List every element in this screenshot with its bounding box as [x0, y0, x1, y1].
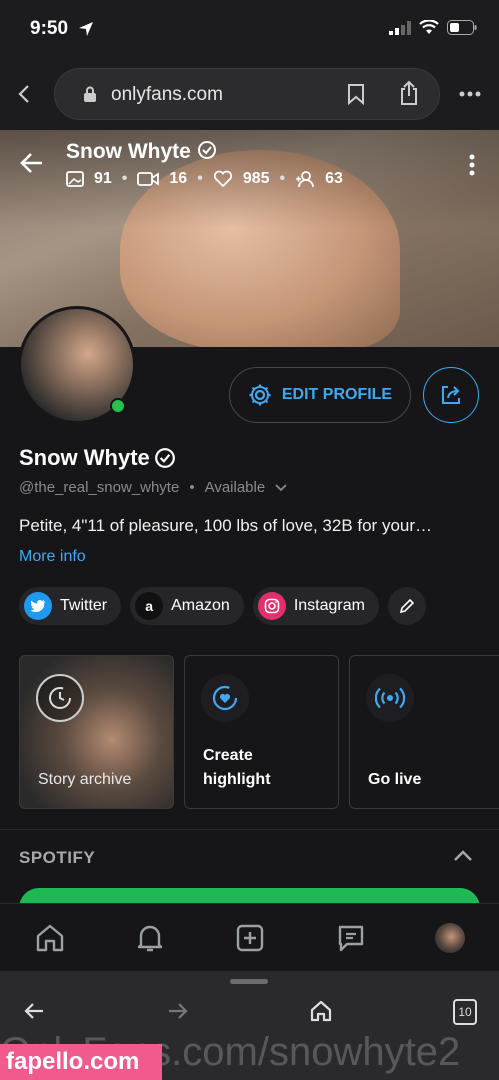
back-arrow-icon[interactable] — [20, 152, 44, 174]
battery-icon — [447, 20, 477, 35]
address-bar[interactable]: onlyfans.com — [54, 68, 440, 120]
instagram-link[interactable]: Instagram — [252, 587, 379, 625]
photo-icon — [66, 171, 84, 187]
share-arrow-icon — [442, 386, 460, 404]
fans-icon — [296, 171, 315, 188]
create-highlight-card[interactable]: Create highlight — [184, 655, 339, 809]
lock-icon — [84, 86, 96, 102]
live-broadcast-icon — [366, 674, 414, 722]
edit-profile-button[interactable]: EDIT PROFILE — [229, 367, 411, 423]
browser-toolbar: onlyfans.com — [0, 58, 499, 130]
edit-profile-label: EDIT PROFILE — [281, 386, 393, 403]
cover-name: Snow Whyte — [66, 140, 217, 164]
messages-icon[interactable] — [335, 922, 367, 954]
profile-name: Snow Whyte — [19, 445, 176, 471]
heart-icon — [213, 170, 232, 188]
signal-icon — [389, 20, 411, 35]
profile-handle: @the_real_snow_whyte — [19, 479, 180, 496]
section-divider — [0, 829, 499, 830]
gear-icon — [249, 384, 271, 406]
kebab-menu-icon[interactable] — [469, 154, 475, 176]
status-bar: 9:50 — [0, 0, 499, 58]
verified-icon — [197, 141, 216, 159]
twitter-icon — [24, 592, 52, 620]
fans-count: 63 — [325, 170, 343, 187]
profile-section — [0, 347, 499, 903]
twitter-link[interactable]: Twitter — [19, 587, 122, 625]
videos-count: 16 — [169, 170, 188, 187]
video-icon — [137, 172, 160, 186]
nav-profile-avatar[interactable] — [434, 922, 465, 953]
spotify-section-title: SPOTIFY — [19, 848, 96, 867]
share-icon[interactable] — [399, 80, 419, 106]
location-arrow-icon — [79, 22, 93, 36]
edit-socials-button[interactable] — [387, 587, 426, 625]
social-links: Twitter a Amazon Instagram — [19, 587, 426, 625]
status-time: 9:50 — [30, 18, 69, 39]
safari-back-icon[interactable] — [22, 999, 46, 1023]
verified-icon — [154, 448, 175, 468]
pencil-icon — [399, 598, 415, 614]
browser-back-icon[interactable] — [16, 84, 34, 104]
story-archive-card[interactable]: Story archive — [19, 655, 174, 809]
profile-bio: Petite, 4"11 of pleasure, 100 lbs of lov… — [19, 516, 433, 535]
highlight-heart-icon — [201, 674, 249, 722]
safari-home-icon[interactable] — [309, 999, 333, 1023]
url-text: onlyfans.com — [111, 84, 223, 105]
more-info-link[interactable]: More info — [19, 548, 86, 566]
home-icon[interactable] — [34, 922, 66, 954]
chevron-down-icon[interactable] — [275, 483, 287, 492]
status-icons — [389, 20, 477, 35]
amazon-icon: a — [135, 592, 164, 620]
bookmark-icon[interactable] — [347, 83, 365, 105]
bottom-nav — [0, 903, 499, 971]
more-icon[interactable] — [459, 91, 481, 97]
sheet-grabber[interactable] — [230, 979, 268, 984]
amazon-link[interactable]: a Amazon — [130, 587, 244, 625]
bell-icon[interactable] — [134, 922, 166, 954]
share-profile-button[interactable] — [423, 367, 479, 423]
wifi-icon — [419, 20, 439, 34]
photos-count: 91 — [94, 170, 112, 187]
availability-status[interactable]: Available — [205, 479, 266, 496]
safari-forward-icon[interactable] — [166, 999, 190, 1023]
chevron-up-icon[interactable] — [453, 850, 473, 862]
instagram-icon — [257, 592, 286, 620]
tabs-button[interactable]: 10 — [453, 999, 477, 1025]
watermark-badge: fapello.com — [0, 1044, 162, 1080]
add-post-icon[interactable] — [234, 922, 266, 954]
profile-stats: 91 • 16 • 985 • 63 — [66, 170, 343, 188]
go-live-card[interactable]: Go live — [349, 655, 499, 809]
story-cards: Story archive Create highlight Go live — [19, 655, 499, 809]
online-status-dot — [110, 398, 126, 414]
likes-count: 985 — [242, 170, 270, 187]
archive-clock-icon — [36, 674, 84, 722]
profile-handle-row: @the_real_snow_whyte • Available — [19, 479, 287, 496]
